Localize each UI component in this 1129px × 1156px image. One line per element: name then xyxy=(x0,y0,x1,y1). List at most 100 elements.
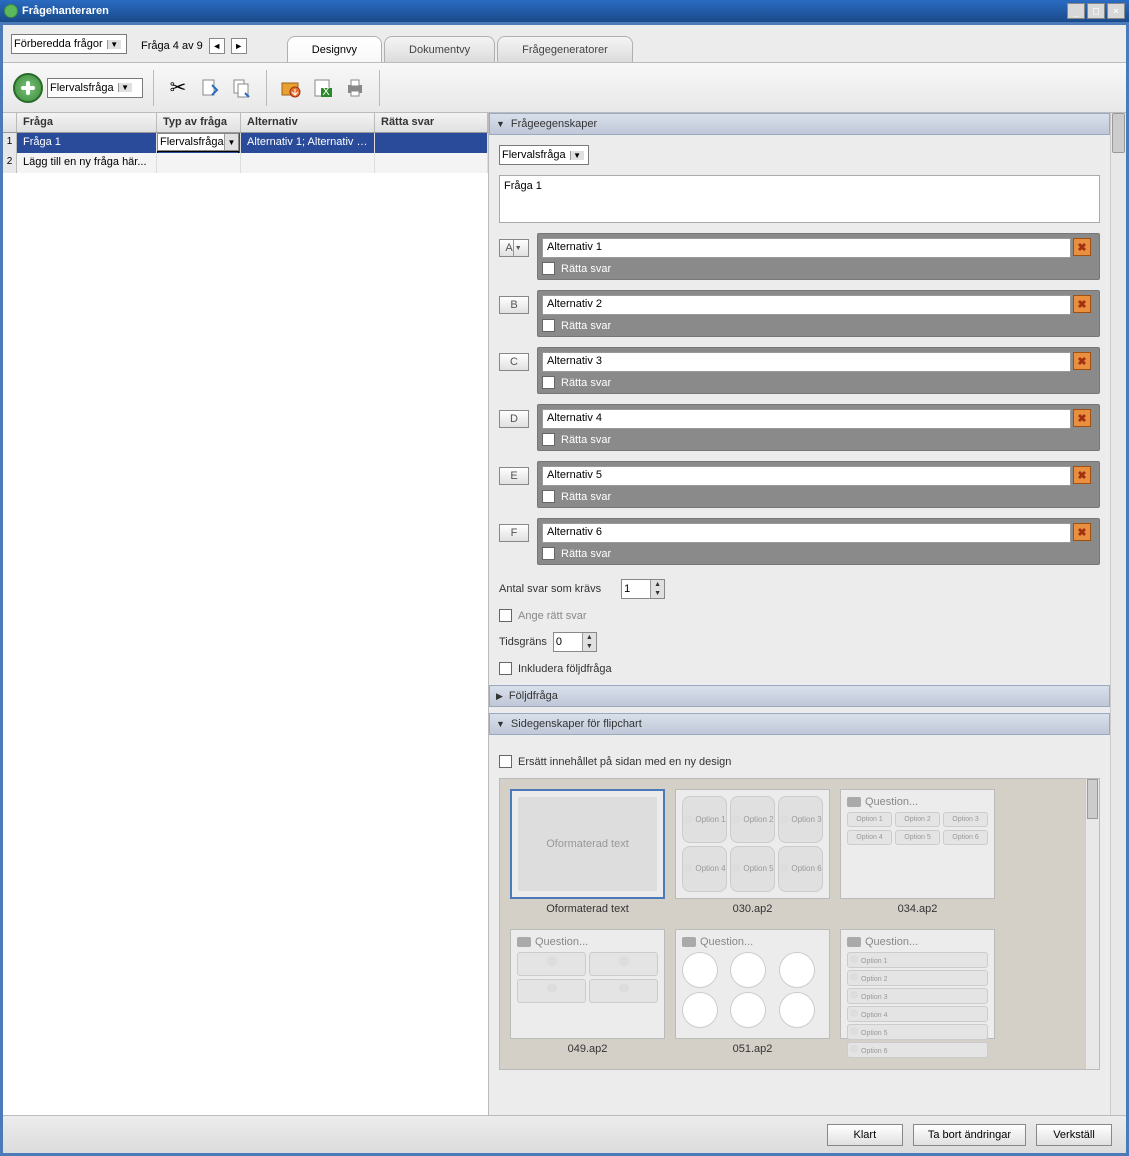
template-thumb: Question...Option 1Option 2Option 3Optio… xyxy=(840,929,995,1039)
flipchart-title: Sidegenskaper för flipchart xyxy=(511,718,642,730)
close-button[interactable]: × xyxy=(1107,3,1125,19)
minimize-button[interactable]: _ xyxy=(1067,3,1085,19)
titlebar: Frågehanteraren _ □ × xyxy=(0,0,1129,22)
alt-label[interactable]: F xyxy=(499,524,529,542)
delete-alt-icon[interactable]: ✖ xyxy=(1073,352,1091,370)
alt-text-input[interactable]: Alternativ 4 xyxy=(542,409,1071,429)
grid-header-ratta[interactable]: Rätta svar xyxy=(375,113,488,132)
template-item[interactable]: Question...051.ap2 xyxy=(675,929,830,1059)
grid-header-alt[interactable]: Alternativ xyxy=(241,113,375,132)
ange-label: Ange rätt svar xyxy=(518,610,586,622)
alt-body: Alternativ 3✖Rätta svar xyxy=(537,347,1100,394)
template-item[interactable]: Question...049.ap2 xyxy=(510,929,665,1059)
export-excel-icon[interactable]: X xyxy=(309,74,337,102)
import-icon[interactable] xyxy=(277,74,305,102)
pager-label: Fråga 4 av 9 xyxy=(141,40,203,52)
panel-question-properties[interactable]: ▼ Frågeegenskaper xyxy=(489,113,1110,135)
grid-row-2[interactable]: 2 Lägg till en ny fråga här... xyxy=(3,153,488,173)
tab-dokumentvy[interactable]: Dokumentvy xyxy=(384,36,495,62)
tab-fragegeneratorer[interactable]: Frågegeneratorer xyxy=(497,36,633,62)
spin-down[interactable]: ▼ xyxy=(582,642,596,651)
done-button[interactable]: Klart xyxy=(827,1124,903,1146)
inkludera-checkbox[interactable] xyxy=(499,662,512,675)
cell-alt: Alternativ 1; Alternativ 2; Al xyxy=(241,133,375,153)
required-answers-spinner[interactable]: ▲▼ xyxy=(621,579,665,599)
spin-up[interactable]: ▲ xyxy=(582,633,596,642)
paste-icon[interactable] xyxy=(196,74,224,102)
type-option[interactable]: Flervalsfråga xyxy=(158,152,238,153)
template-thumb: Oformaterad text xyxy=(510,789,665,899)
alt-label[interactable]: D xyxy=(499,410,529,428)
template-scrollbar[interactable] xyxy=(1085,779,1099,1069)
panel-flipchart[interactable]: ▼ Sidegenskaper för flipchart xyxy=(489,713,1110,735)
alt-label[interactable]: E xyxy=(499,467,529,485)
spin-down[interactable]: ▼ xyxy=(650,589,664,598)
template-name: 051.ap2 xyxy=(675,1039,830,1059)
alt-label[interactable]: A▼ xyxy=(499,239,529,257)
panel-followup[interactable]: ▶ Följdfråga xyxy=(489,685,1110,707)
type-cell-combo[interactable]: Flervalsfråga ▼ xyxy=(157,133,239,151)
add-question-button[interactable] xyxy=(13,73,43,103)
delete-alt-icon[interactable]: ✖ xyxy=(1073,409,1091,427)
correct-answer-checkbox[interactable] xyxy=(542,319,555,332)
props-type-dropdown[interactable]: Flervalsfråga ▼ xyxy=(499,145,589,165)
alt-text-input[interactable]: Alternativ 1 xyxy=(542,238,1071,258)
required-answers-input[interactable] xyxy=(622,580,650,598)
alternative-row: FAlternativ 6✖Rätta svar xyxy=(499,518,1100,565)
copy-icon[interactable] xyxy=(228,74,256,102)
tab-designvy[interactable]: Designvy xyxy=(287,36,382,62)
alt-body: Alternativ 2✖Rätta svar xyxy=(537,290,1100,337)
alt-label[interactable]: C xyxy=(499,353,529,371)
inkludera-label: Inkludera följdfråga xyxy=(518,663,612,675)
delete-alt-icon[interactable]: ✖ xyxy=(1073,238,1091,256)
alt-label[interactable]: B xyxy=(499,296,529,314)
alternative-row: A▼ Alternativ 1✖ Rätta svar xyxy=(499,233,1100,280)
correct-answer-checkbox[interactable] xyxy=(542,376,555,389)
alt-body: Alternativ 1✖ Rätta svar xyxy=(537,233,1100,280)
alternative-row: B Alternativ 2✖Rätta svar xyxy=(499,290,1100,337)
timelimit-input[interactable] xyxy=(554,633,582,651)
correct-answer-checkbox[interactable] xyxy=(542,433,555,446)
cell-fraga-new[interactable]: Lägg till en ny fråga här... xyxy=(17,153,157,173)
template-item[interactable]: Option 1Option 2Option 3Option 4Option 5… xyxy=(675,789,830,919)
grid-header-typ[interactable]: Typ av fråga xyxy=(157,113,241,132)
alt-text-input[interactable]: Alternativ 5 xyxy=(542,466,1071,486)
source-dropdown[interactable]: Förberedda frågor ▼ xyxy=(11,34,127,54)
delete-alt-icon[interactable]: ✖ xyxy=(1073,523,1091,541)
correct-answer-checkbox[interactable] xyxy=(542,262,555,275)
delete-alt-icon[interactable]: ✖ xyxy=(1073,466,1091,484)
alt-text-input[interactable]: Alternativ 2 xyxy=(542,295,1071,315)
tids-label: Tidsgräns xyxy=(499,636,547,648)
cut-icon[interactable]: ✂ xyxy=(164,74,192,102)
type-dropdown-list[interactable]: Flervalsfråga Ja/Nej Sortera i ordning L… xyxy=(157,151,239,153)
grid-row-1[interactable]: 1 Fråga 1 Flervalsfråga ▼ Flervalsfråga … xyxy=(3,133,488,153)
template-item[interactable]: Oformaterad textOformaterad text xyxy=(510,789,665,919)
spin-up[interactable]: ▲ xyxy=(650,580,664,589)
next-button[interactable]: ► xyxy=(231,38,247,54)
correct-answer-label: Rätta svar xyxy=(561,263,611,275)
alt-text-input[interactable]: Alternativ 6 xyxy=(542,523,1071,543)
right-pane-scrollbar[interactable] xyxy=(1110,113,1126,1115)
grid-header-fraga[interactable]: Fråga xyxy=(17,113,157,132)
question-type-dropdown[interactable]: Flervalsfråga ▼ xyxy=(47,78,143,98)
alt-body: Alternativ 5✖Rätta svar xyxy=(537,461,1100,508)
ange-checkbox[interactable] xyxy=(499,609,512,622)
alt-body: Alternativ 4✖Rätta svar xyxy=(537,404,1100,451)
correct-answer-checkbox[interactable] xyxy=(542,490,555,503)
apply-button[interactable]: Verkställ xyxy=(1036,1124,1112,1146)
maximize-button[interactable]: □ xyxy=(1087,3,1105,19)
chevron-down-icon: ▼ xyxy=(118,83,132,92)
timelimit-spinner[interactable]: ▲▼ xyxy=(553,632,597,652)
discard-button[interactable]: Ta bort ändringar xyxy=(913,1124,1026,1146)
cell-typ[interactable]: Flervalsfråga ▼ Flervalsfråga Ja/Nej Sor… xyxy=(157,133,241,153)
alt-text-input[interactable]: Alternativ 3 xyxy=(542,352,1071,372)
template-item[interactable]: Question...Option 1Option 2Option 3Optio… xyxy=(840,929,995,1059)
print-icon[interactable] xyxy=(341,74,369,102)
template-name: 030.ap2 xyxy=(675,899,830,919)
ersatt-checkbox[interactable] xyxy=(499,755,512,768)
correct-answer-checkbox[interactable] xyxy=(542,547,555,560)
delete-alt-icon[interactable]: ✖ xyxy=(1073,295,1091,313)
prev-button[interactable]: ◄ xyxy=(209,38,225,54)
template-item[interactable]: Question...Option 1Option 2Option 3Optio… xyxy=(840,789,995,919)
question-title-input[interactable]: Fråga 1 xyxy=(499,175,1100,223)
